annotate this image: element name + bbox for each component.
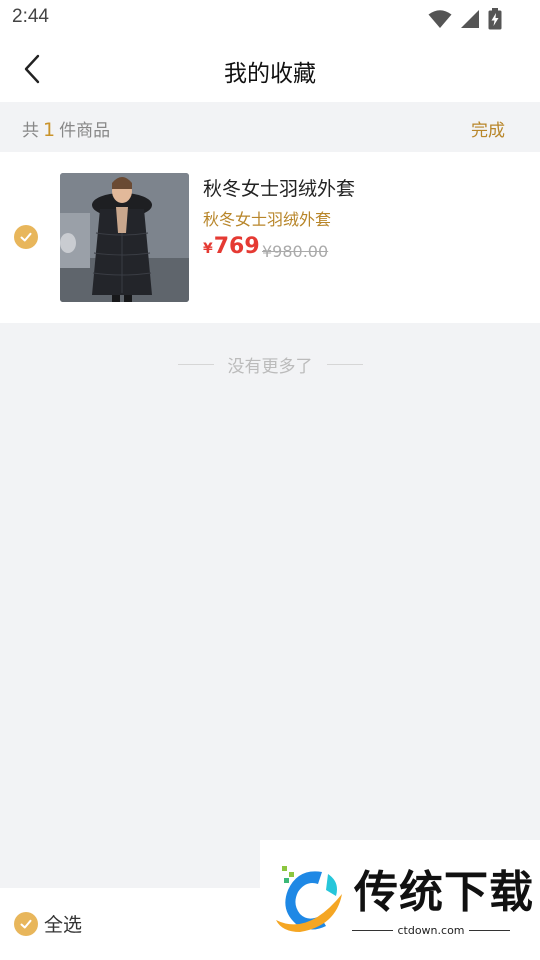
original-price: ¥980.00 xyxy=(262,242,329,261)
end-of-list-text: 没有更多了 xyxy=(227,357,313,377)
cellular-icon xyxy=(461,10,479,28)
currency-symbol: ¥ xyxy=(203,241,213,257)
divider-line xyxy=(326,364,363,365)
done-button[interactable]: 完成 xyxy=(471,116,505,141)
nav-bar: 我的收藏 xyxy=(0,36,540,102)
wifi-icon xyxy=(428,10,452,28)
product-subtitle: 秋冬女士羽绒外套 xyxy=(203,210,332,229)
watermark: 传统下载 ctdown.com xyxy=(260,840,540,960)
page-title: 我的收藏 xyxy=(224,61,316,87)
watermark-url-text: ctdown.com xyxy=(397,924,465,937)
status-time: 2:44 xyxy=(12,6,49,27)
count-suffix: 件商品 xyxy=(59,121,111,141)
count-prefix: 共 xyxy=(22,121,39,141)
count-bar: 共 1 件商品 完成 xyxy=(0,102,540,152)
status-bar: 2:44 xyxy=(0,0,540,36)
price-value: 769 xyxy=(213,234,260,259)
check-icon xyxy=(20,232,32,242)
select-all-checkbox[interactable] xyxy=(14,911,38,936)
item-checkbox[interactable] xyxy=(14,225,38,249)
select-all-label: 全选 xyxy=(44,914,83,936)
end-of-list: 没有更多了 xyxy=(0,352,540,377)
watermark-url: ctdown.com xyxy=(352,924,510,937)
status-icons xyxy=(428,8,502,30)
divider-line xyxy=(177,364,214,365)
product-price: ¥769 xyxy=(203,234,260,259)
list-item[interactable]: 秋冬女士羽绒外套 秋冬女士羽绒外套 ¥769 ¥980.00 xyxy=(0,152,540,323)
item-count: 共 1 件商品 xyxy=(22,116,110,141)
battery-icon xyxy=(488,8,502,30)
count-number: 1 xyxy=(43,119,56,141)
select-all-toggle[interactable]: 全选 xyxy=(14,910,82,937)
watermark-text: 传统下载 xyxy=(354,867,534,918)
product-name[interactable]: 秋冬女士羽绒外套 xyxy=(203,174,355,201)
watermark-logo xyxy=(276,866,342,932)
check-icon xyxy=(20,919,32,928)
product-image[interactable] xyxy=(60,173,189,302)
